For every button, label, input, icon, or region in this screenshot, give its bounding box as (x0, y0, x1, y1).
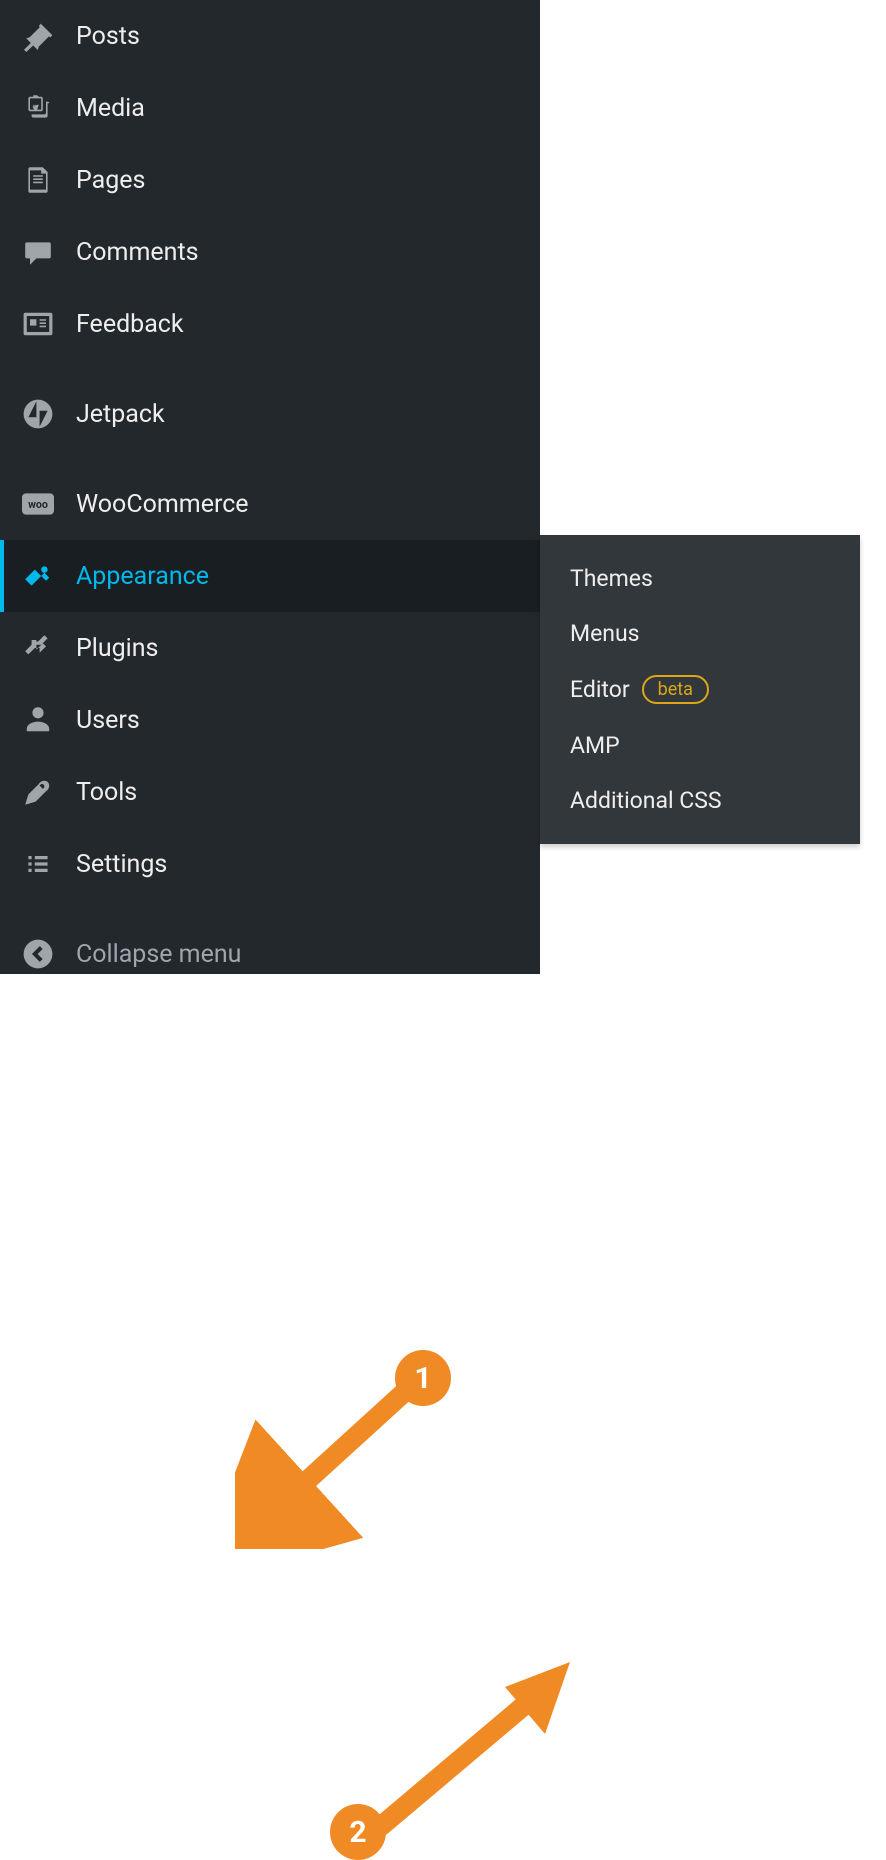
submenu-item-label: AMP (570, 732, 620, 759)
sidebar-item-settings[interactable]: Settings (0, 828, 540, 900)
submenu-item-amp[interactable]: AMP (540, 718, 860, 773)
sidebar-item-label: Plugins (76, 634, 158, 663)
submenu-item-menus[interactable]: Menus (540, 606, 860, 661)
tools-icon (20, 774, 56, 810)
plugins-icon (20, 630, 56, 666)
sidebar-item-posts[interactable]: Posts (0, 0, 540, 72)
feedback-icon (20, 306, 56, 342)
pin-icon (20, 18, 56, 54)
comments-icon (20, 234, 56, 270)
submenu-item-label: Editor (570, 676, 630, 703)
sidebar-item-label: Pages (76, 166, 145, 195)
submenu-item-label: Themes (570, 565, 653, 592)
collapse-menu-button[interactable]: Collapse menu (0, 918, 540, 990)
sidebar-item-label: Users (76, 706, 140, 735)
sidebar-item-label: Appearance (76, 562, 209, 591)
appearance-submenu: Themes Menus Editor beta AMP Additional … (540, 535, 860, 844)
menu-separator (0, 360, 540, 378)
submenu-item-themes[interactable]: Themes (540, 551, 860, 606)
collapse-label: Collapse menu (76, 940, 241, 969)
collapse-icon (20, 936, 56, 972)
sidebar-item-media[interactable]: Media (0, 72, 540, 144)
menu-separator (0, 450, 540, 468)
sidebar-item-appearance[interactable]: Appearance (0, 540, 540, 612)
admin-sidebar: Posts Media Pages Comments Feedback Jetp… (0, 0, 540, 974)
sidebar-item-feedback[interactable]: Feedback (0, 288, 540, 360)
sidebar-item-woocommerce[interactable]: woo WooCommerce (0, 468, 540, 540)
sidebar-item-label: Media (76, 94, 145, 123)
menu-separator (0, 900, 540, 918)
sidebar-item-plugins[interactable]: Plugins (0, 612, 540, 684)
annotation-badge-1: 1 (395, 1350, 451, 1406)
annotation-badge-2: 2 (330, 1804, 386, 1860)
sidebar-item-pages[interactable]: Pages (0, 144, 540, 216)
arrow-1-icon (235, 1369, 430, 1549)
sidebar-item-label: Feedback (76, 310, 184, 339)
submenu-item-additional-css[interactable]: Additional CSS (540, 773, 860, 828)
pages-icon (20, 162, 56, 198)
submenu-item-editor[interactable]: Editor beta (540, 661, 860, 718)
sidebar-item-jetpack[interactable]: Jetpack (0, 378, 540, 450)
svg-text:woo: woo (28, 498, 48, 511)
settings-icon (20, 846, 56, 882)
sidebar-item-comments[interactable]: Comments (0, 216, 540, 288)
arrow-2-icon (370, 1642, 590, 1847)
media-icon (20, 90, 56, 126)
submenu-item-label: Menus (570, 620, 640, 647)
sidebar-item-label: WooCommerce (76, 490, 249, 519)
sidebar-item-users[interactable]: Users (0, 684, 540, 756)
appearance-icon (20, 558, 56, 594)
woocommerce-icon: woo (20, 486, 56, 522)
sidebar-item-label: Jetpack (76, 400, 165, 429)
sidebar-item-label: Tools (76, 778, 137, 807)
jetpack-icon (20, 396, 56, 432)
sidebar-item-tools[interactable]: Tools (0, 756, 540, 828)
sidebar-item-label: Settings (76, 850, 167, 879)
sidebar-item-label: Comments (76, 238, 199, 267)
sidebar-item-label: Posts (76, 22, 140, 51)
users-icon (20, 702, 56, 738)
submenu-item-label: Additional CSS (570, 787, 722, 814)
beta-badge: beta (642, 675, 709, 704)
